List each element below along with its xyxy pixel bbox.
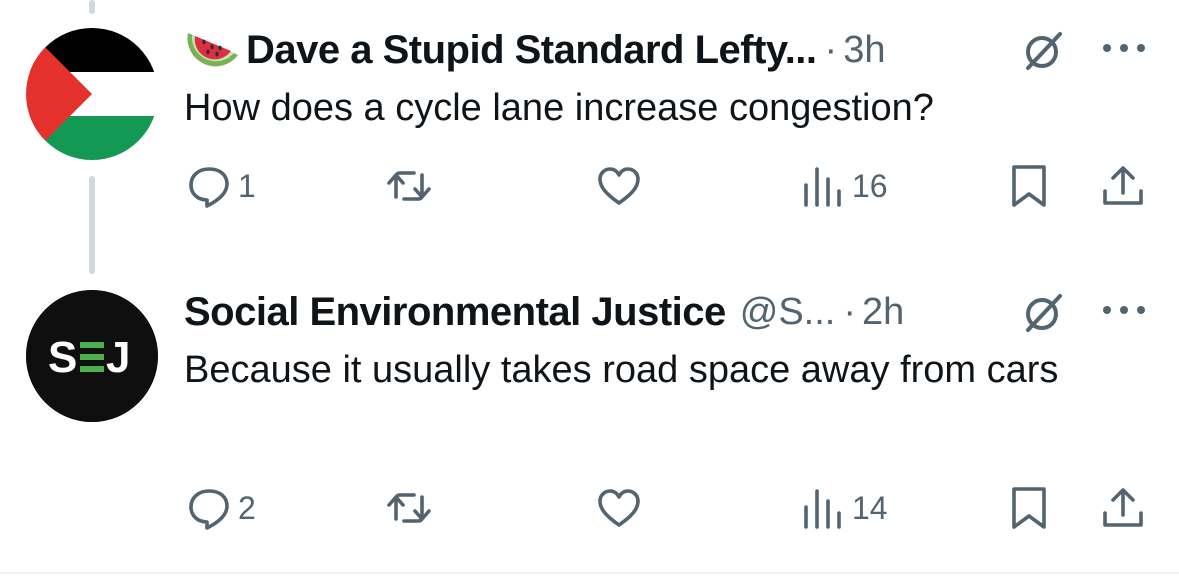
share-button[interactable] <box>1100 482 1146 534</box>
more-icon[interactable] <box>1101 304 1147 316</box>
tweet-header: Social Environmental Justice @S... · 2h <box>184 286 904 338</box>
reply-icon <box>189 489 229 530</box>
grok-icon[interactable] <box>1020 288 1068 336</box>
tweet-actions: 2 14 <box>0 482 1179 534</box>
separator-dot: · <box>824 28 838 71</box>
bookmark-button[interactable] <box>1006 160 1052 212</box>
like-icon <box>598 167 640 205</box>
views-icon <box>804 167 841 207</box>
reply-icon <box>189 167 229 208</box>
like-icon <box>598 489 640 527</box>
reply-count: 2 <box>238 489 256 526</box>
retweet-icon <box>387 171 431 201</box>
display-name[interactable]: Dave a Stupid Standard Lefty... <box>246 28 817 73</box>
bookmark-icon <box>1012 487 1046 529</box>
bookmark-button[interactable] <box>1006 482 1052 534</box>
timestamp[interactable]: 3h <box>843 29 885 72</box>
sej-logo-icon: S J <box>26 290 158 422</box>
avatar[interactable] <box>26 28 158 160</box>
divider <box>0 572 1179 574</box>
views-icon <box>804 489 841 529</box>
timestamp[interactable]: 2h <box>862 291 904 334</box>
like-button[interactable] <box>596 482 648 534</box>
avatar[interactable]: S J <box>26 290 158 422</box>
tweet-text: Because it usually takes road space away… <box>184 349 1059 391</box>
svg-text:S: S <box>48 333 77 382</box>
views-button[interactable]: 16 <box>800 160 888 212</box>
tweet-header: Dave a Stupid Standard Lefty... · 3h <box>184 24 885 76</box>
tweet-2[interactable]: S J Social Environmental Justice @S... ·… <box>0 270 1179 570</box>
grok-icon[interactable] <box>1020 26 1068 74</box>
share-button[interactable] <box>1100 160 1146 212</box>
more-icon[interactable] <box>1101 42 1147 54</box>
views-button[interactable]: 14 <box>800 482 888 534</box>
tweet-actions: 1 16 <box>0 160 1179 212</box>
reply-count: 1 <box>238 167 256 204</box>
handle[interactable]: @S... <box>740 291 836 334</box>
retweet-button[interactable] <box>386 160 438 212</box>
share-icon <box>1103 166 1143 205</box>
bookmark-icon <box>1012 165 1046 207</box>
tweet-text: How does a cycle lane increase congestio… <box>184 87 934 129</box>
watermelon-icon <box>187 33 238 67</box>
views-count: 14 <box>852 489 888 526</box>
palestine-flag-icon <box>26 28 158 160</box>
retweet-icon <box>387 493 431 523</box>
retweet-button[interactable] <box>386 482 438 534</box>
views-count: 16 <box>852 167 888 204</box>
reply-button[interactable]: 2 <box>186 482 256 534</box>
share-icon <box>1103 488 1143 527</box>
tweet-1[interactable]: Dave a Stupid Standard Lefty... · 3h How… <box>0 0 1179 270</box>
reply-button[interactable]: 1 <box>186 160 256 212</box>
separator-dot: · <box>843 290 856 333</box>
svg-text:J: J <box>106 333 130 382</box>
like-button[interactable] <box>596 160 648 212</box>
display-name[interactable]: Social Environmental Justice <box>184 290 726 335</box>
